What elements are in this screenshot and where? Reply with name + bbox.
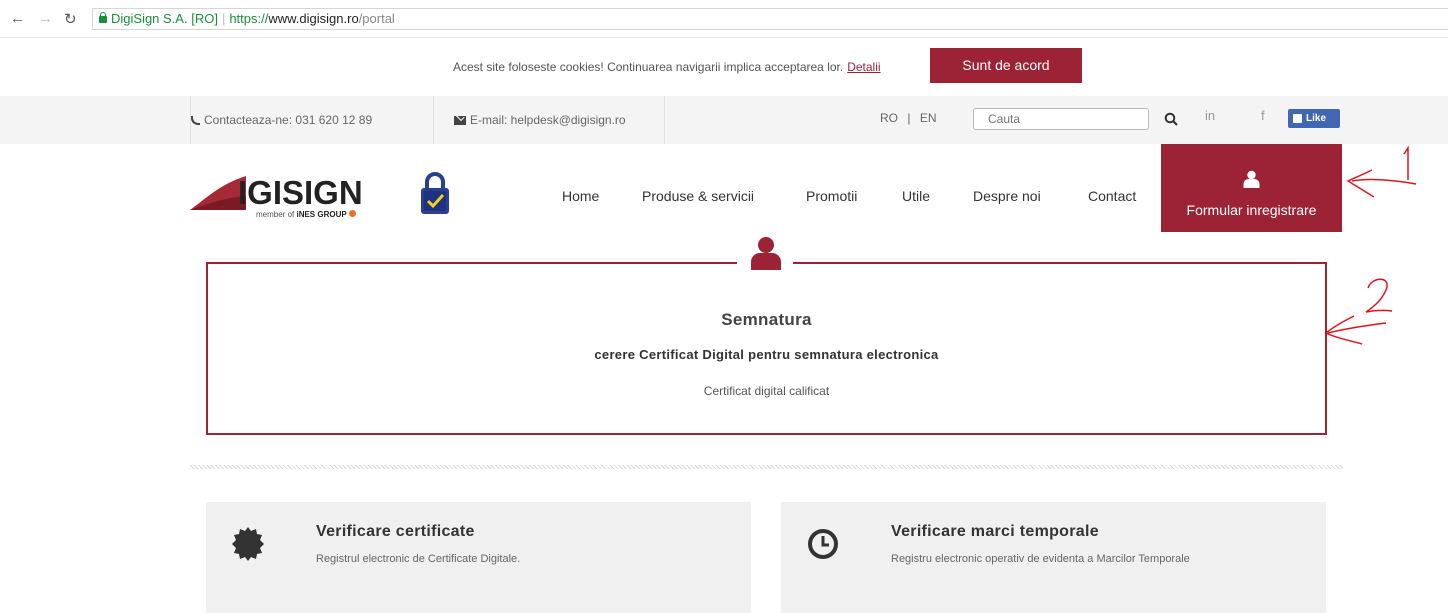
phone-text: Contacteaza-ne: 031 620 12 89: [204, 113, 373, 127]
user-icon: [1243, 170, 1260, 188]
like-label: Like: [1306, 113, 1327, 124]
nav-promotii[interactable]: Promotii: [806, 188, 857, 204]
semnatura-description: Certificat digital calificat: [703, 384, 830, 398]
facebook-like-button[interactable]: Like: [1288, 109, 1340, 128]
cookie-text: Acest site foloseste cookies! Continuare…: [453, 60, 844, 74]
digisign-logo[interactable]: IGISIGN member of iNES GROUP: [190, 174, 390, 219]
nav-utile[interactable]: Utile: [902, 188, 930, 204]
verify-certificates-card[interactable]: Verificare certificate Registrul electro…: [206, 502, 751, 613]
address-bar[interactable]: DigiSign S.A. [RO] | https://www.digisign.…: [92, 8, 1448, 30]
registration-label: Formular inregistrare: [1186, 202, 1317, 218]
lang-separator: |: [907, 111, 911, 125]
url-domain: www.digisign.ro: [268, 11, 359, 26]
url-protocol: https://: [229, 11, 269, 26]
cookie-banner: Acest site foloseste cookies! Continuare…: [0, 38, 1448, 96]
logo-sub-prefix: member of: [256, 210, 297, 219]
lang-ro[interactable]: RO: [880, 111, 898, 125]
card-text: Registrul electronic de Certificate Digi…: [316, 553, 521, 565]
reload-icon[interactable]: ↻: [64, 10, 77, 28]
url-path: /portal: [358, 11, 395, 26]
semnatura-title: Semnatura: [721, 310, 812, 329]
padlock-trust-icon: [421, 172, 449, 214]
language-switch: RO | EN: [880, 111, 936, 125]
cookie-details-link[interactable]: Detalii: [847, 60, 880, 74]
search-input[interactable]: [973, 108, 1149, 130]
annotation-arrow-2: [1324, 278, 1393, 345]
lock-icon: [99, 12, 107, 23]
accept-cookies-button[interactable]: Sunt de acord: [930, 48, 1082, 83]
clock-icon: [808, 529, 838, 559]
semnatura-subtitle: cerere Certificat Digital pentru semnatu…: [594, 347, 939, 362]
cookie-message: Acest site foloseste cookies! Continuare…: [453, 60, 881, 74]
nav-home[interactable]: Home: [562, 188, 599, 204]
logo-text: IGISIGN: [238, 174, 363, 211]
email-contact[interactable]: E-mail: helpdesk@digisign.ro: [433, 96, 664, 144]
ines-dot-icon: [348, 210, 356, 217]
registration-form-button[interactable]: Formular inregistrare: [1161, 144, 1342, 232]
logo-sub-group: iNES GROUP: [296, 210, 347, 219]
divider: [664, 96, 665, 144]
mail-icon: [454, 116, 466, 125]
card-title: Verificare certificate: [316, 523, 475, 540]
search-icon[interactable]: [1164, 112, 1178, 126]
linkedin-icon[interactable]: in: [1205, 108, 1215, 123]
browser-toolbar: ← → ↻ DigiSign S.A. [RO] | https://www.dig…: [0, 0, 1448, 38]
site-owner: DigiSign S.A. [RO]: [111, 11, 218, 26]
annotation-arrow-1: [1346, 145, 1417, 198]
phone-contact: Contacteaza-ne: 031 620 12 89: [190, 96, 433, 144]
email-text: E-mail: helpdesk@digisign.ro: [470, 113, 626, 127]
lang-en[interactable]: EN: [920, 111, 937, 125]
verify-timestamps-card[interactable]: Verificare marci temporale Registru elec…: [781, 502, 1326, 613]
user-icon: [751, 237, 781, 270]
phone-icon: [191, 116, 200, 125]
logo-subtitle: member of iNES GROUP: [256, 210, 356, 219]
nav-despre-noi[interactable]: Despre noi: [973, 188, 1041, 204]
certificate-icon: [232, 527, 264, 561]
top-info-bar: Contacteaza-ne: 031 620 12 89 E-mail: he…: [0, 96, 1448, 144]
section-divider: [189, 465, 1343, 469]
facebook-icon[interactable]: f: [1261, 108, 1265, 123]
forward-arrow-icon[interactable]: →: [38, 10, 53, 27]
nav-contact[interactable]: Contact: [1088, 188, 1136, 204]
back-arrow-icon[interactable]: ←: [10, 10, 25, 27]
card-title: Verificare marci temporale: [891, 523, 1099, 540]
nav-produse-servicii[interactable]: Produse & servicii: [642, 188, 754, 204]
card-text: Registru electronic operativ de evidenta…: [891, 553, 1190, 565]
